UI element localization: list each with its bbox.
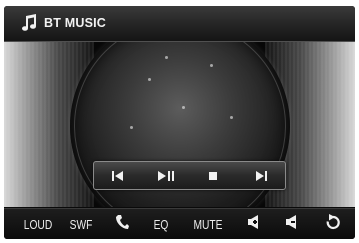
sparkle xyxy=(230,116,233,119)
play-pause-icon xyxy=(157,170,175,182)
sparkle xyxy=(182,106,185,109)
eq-button[interactable]: EQ xyxy=(150,209,171,239)
next-track-button[interactable] xyxy=(246,166,276,186)
skip-back-icon xyxy=(111,170,125,182)
transport-controls xyxy=(93,161,286,190)
swf-button[interactable]: SWF xyxy=(67,209,95,239)
bt-music-screen: BT MUSIC LOUD SWF EQ MUTE xyxy=(4,6,355,239)
stop-button[interactable] xyxy=(198,166,228,186)
bottom-toolbar: LOUD SWF EQ MUTE xyxy=(4,208,355,239)
volume-up-icon xyxy=(247,214,261,235)
back-button[interactable] xyxy=(320,209,346,239)
volume-up-button[interactable] xyxy=(242,209,266,239)
header-bar: BT MUSIC xyxy=(4,6,355,42)
play-pause-button[interactable] xyxy=(151,166,181,186)
mute-button[interactable]: MUTE xyxy=(192,209,225,239)
artwork-area xyxy=(4,42,355,207)
sparkle xyxy=(130,126,133,129)
music-note-icon xyxy=(22,14,38,32)
stop-icon xyxy=(208,171,218,181)
back-arrow-icon xyxy=(325,214,341,235)
sparkle xyxy=(210,64,213,67)
page-title: BT MUSIC xyxy=(44,16,107,30)
previous-track-button[interactable] xyxy=(103,166,133,186)
skip-forward-icon xyxy=(254,170,268,182)
loud-button[interactable]: LOUD xyxy=(22,209,55,239)
volume-down-icon xyxy=(285,214,299,235)
sparkle xyxy=(148,78,151,81)
phone-icon xyxy=(115,214,129,235)
phone-button[interactable] xyxy=(108,209,136,239)
volume-down-button[interactable] xyxy=(280,209,304,239)
sparkle xyxy=(165,56,168,59)
